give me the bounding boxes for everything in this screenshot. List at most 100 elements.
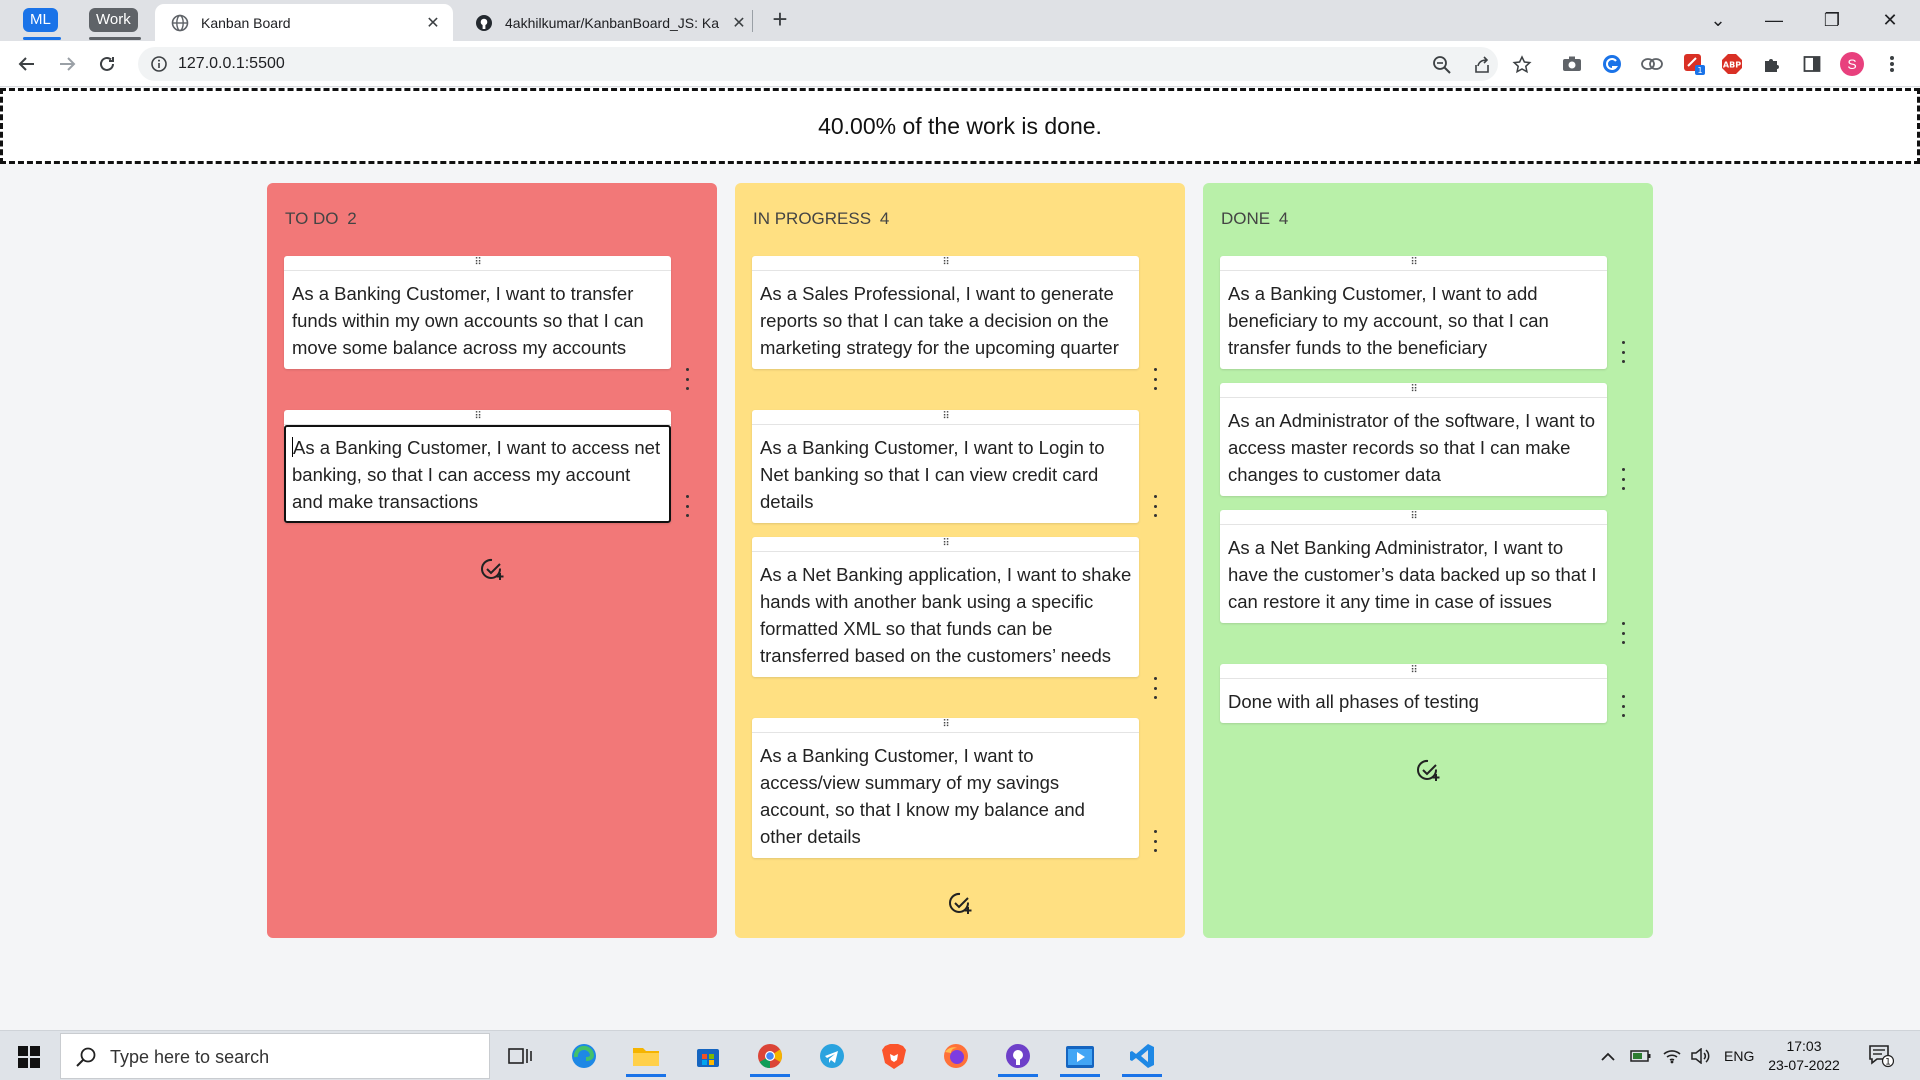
task-text[interactable]: As a Banking Customer, I want to Login t… <box>752 425 1139 523</box>
task-card[interactable]: ⠿ As a Banking Customer, I want to add b… <box>1220 256 1625 369</box>
tab-group-work-underline <box>89 37 141 40</box>
drag-handle-icon[interactable]: ⠿ <box>752 256 1139 271</box>
media-player-icon[interactable] <box>1056 1035 1104 1077</box>
close-tab-icon[interactable]: ✕ <box>423 13 443 33</box>
task-card-editing[interactable]: ⠿ As a Banking Customer, I want to acces… <box>284 410 689 523</box>
card-menu-icon[interactable] <box>682 368 692 390</box>
task-card[interactable]: ⠿ As a Banking Customer, I want to acces… <box>752 718 1157 858</box>
task-text[interactable]: As a Net Banking Administrator, I want t… <box>1220 525 1607 623</box>
tab-github-repo[interactable]: 4akhilkumar/KanbanBoard_JS: Ka ✕ <box>459 4 759 41</box>
battery-icon[interactable] <box>1630 1031 1652 1080</box>
drag-handle-icon[interactable]: ⠿ <box>284 410 671 425</box>
task-text[interactable]: As a Sales Professional, I want to gener… <box>752 271 1139 369</box>
add-task-button[interactable] <box>478 555 506 583</box>
close-window-icon[interactable]: ✕ <box>1868 6 1912 34</box>
column-name: IN PROGRESS <box>753 209 872 228</box>
extensions-puzzle-icon[interactable] <box>1760 52 1784 76</box>
zoom-icon[interactable] <box>1432 55 1452 75</box>
task-card[interactable]: ⠿ As a Net Banking application, I want t… <box>752 537 1157 699</box>
red-extension-icon[interactable]: 1 <box>1682 52 1706 76</box>
task-text[interactable]: As a Banking Customer, I want to transfe… <box>284 271 671 369</box>
edge-icon[interactable] <box>560 1035 608 1077</box>
share-icon[interactable] <box>1472 55 1492 75</box>
clock-date: 23-07-2022 <box>1768 1057 1840 1073</box>
adblock-icon[interactable]: ABP <box>1720 52 1744 76</box>
show-hidden-icons[interactable] <box>1600 1031 1616 1080</box>
task-text[interactable]: As a Banking Customer, I want to access/… <box>752 733 1139 858</box>
bookmark-star-icon[interactable] <box>1512 55 1532 75</box>
taskbar-clock[interactable]: 17:03 23-07-2022 <box>1766 1037 1842 1075</box>
profile-avatar[interactable]: S <box>1840 52 1864 76</box>
grammar-extension-icon[interactable] <box>1600 52 1624 76</box>
restore-icon[interactable]: ❐ <box>1810 6 1854 34</box>
work-progress-banner: 40.00% of the work is done. <box>0 88 1920 164</box>
telegram-icon[interactable] <box>808 1035 856 1077</box>
task-text[interactable]: Done with all phases of testing <box>1220 679 1607 723</box>
browser-menu-icon[interactable] <box>1880 52 1904 76</box>
address-bar[interactable]: 127.0.0.1:5500 <box>138 47 1532 81</box>
back-icon[interactable] <box>14 51 40 77</box>
task-card[interactable]: ⠿ As a Sales Professional, I want to gen… <box>752 256 1157 390</box>
reload-icon[interactable] <box>94 51 120 77</box>
task-card[interactable]: ⠿ As a Banking Customer, I want to Login… <box>752 410 1157 523</box>
tab-kanban-board[interactable]: Kanban Board ✕ <box>155 4 453 41</box>
drag-handle-icon[interactable]: ⠿ <box>752 410 1139 425</box>
task-card[interactable]: ⠿ As a Net Banking Administrator, I want… <box>1220 510 1625 644</box>
minimize-icon[interactable]: — <box>1752 6 1796 34</box>
tab-group-work[interactable]: Work <box>89 8 138 32</box>
tab-group-ml[interactable]: ML <box>23 8 58 32</box>
notification-center-icon[interactable]: 1 <box>1868 1031 1894 1080</box>
task-text-editor[interactable]: As a Banking Customer, I want to access … <box>284 425 671 523</box>
wifi-icon[interactable] <box>1662 1031 1682 1080</box>
task-card[interactable]: ⠿ As an Administrator of the software, I… <box>1220 383 1625 496</box>
link-extension-icon[interactable] <box>1640 52 1664 76</box>
drag-handle-icon[interactable]: ⠿ <box>752 537 1139 552</box>
card-menu-icon[interactable] <box>1150 495 1160 517</box>
card-menu-icon[interactable] <box>1150 368 1160 390</box>
drag-handle-icon[interactable]: ⠿ <box>284 256 671 271</box>
card-menu-icon[interactable] <box>1150 677 1160 699</box>
task-view-icon[interactable] <box>496 1035 544 1077</box>
card-menu-icon[interactable] <box>1618 622 1628 644</box>
site-info-icon[interactable] <box>150 55 168 73</box>
card-menu-icon[interactable] <box>1618 468 1628 490</box>
taskbar-search-input[interactable]: Type here to search <box>60 1033 490 1079</box>
firefox-icon[interactable] <box>932 1035 980 1077</box>
windows-start-icon[interactable] <box>18 1046 40 1068</box>
drag-handle-icon[interactable]: ⠿ <box>752 718 1139 733</box>
task-text: As a Banking Customer, I want to access … <box>292 437 661 512</box>
chrome-icon[interactable] <box>746 1035 794 1077</box>
vscode-icon[interactable] <box>1118 1035 1166 1077</box>
card-menu-icon[interactable] <box>1150 830 1160 852</box>
task-card[interactable]: ⠿ As a Banking Customer, I want to trans… <box>284 256 689 390</box>
card-menu-icon[interactable] <box>682 495 692 517</box>
drag-handle-icon[interactable]: ⠿ <box>1220 664 1607 679</box>
add-task-button[interactable] <box>1414 756 1442 784</box>
camera-extension-icon[interactable] <box>1560 52 1584 76</box>
brave-icon[interactable] <box>870 1035 918 1077</box>
task-card[interactable]: ⠿ Done with all phases of testing <box>1220 664 1625 723</box>
drag-handle-icon[interactable]: ⠿ <box>1220 256 1607 271</box>
notification-count: 1 <box>1885 1058 1891 1068</box>
task-text[interactable]: As an Administrator of the software, I w… <box>1220 398 1607 496</box>
drag-handle-icon[interactable]: ⠿ <box>1220 510 1607 525</box>
drag-handle-icon[interactable]: ⠿ <box>1220 383 1607 398</box>
close-tab-icon[interactable]: ✕ <box>729 13 749 33</box>
new-tab-button[interactable]: + <box>766 6 794 34</box>
file-explorer-icon[interactable] <box>622 1035 670 1077</box>
store-icon[interactable] <box>684 1035 732 1077</box>
forward-icon[interactable] <box>54 51 80 77</box>
card-menu-icon[interactable] <box>1618 341 1628 363</box>
tab-search-icon[interactable]: ⌄ <box>1696 6 1740 34</box>
github-desktop-icon[interactable] <box>994 1035 1042 1077</box>
language-indicator[interactable]: ENG <box>1724 1031 1754 1080</box>
profile-initial: S <box>1840 52 1864 76</box>
task-text[interactable]: As a Net Banking application, I want to … <box>752 552 1139 677</box>
browser-toolbar: 127.0.0.1:5500 1 ABP S <box>0 41 1920 87</box>
task-text[interactable]: As a Banking Customer, I want to add ben… <box>1220 271 1607 369</box>
progress-text: 40.00% of the work is done. <box>818 112 1102 139</box>
card-menu-icon[interactable] <box>1618 695 1628 717</box>
side-panel-icon[interactable] <box>1800 52 1824 76</box>
volume-icon[interactable] <box>1690 1031 1710 1080</box>
add-task-button[interactable] <box>946 889 974 917</box>
